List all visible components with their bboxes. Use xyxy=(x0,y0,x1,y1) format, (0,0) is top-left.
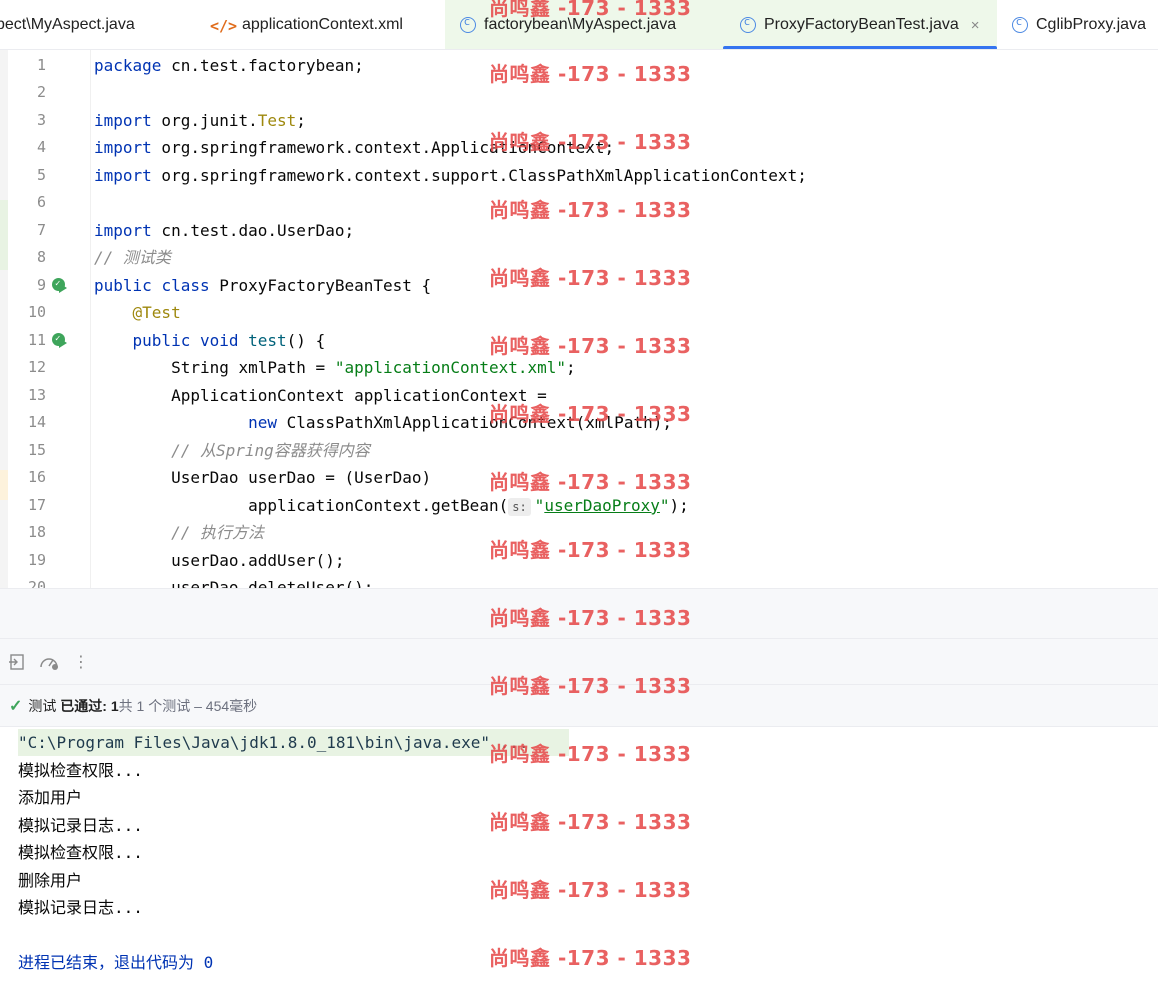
tab-label: CglibProxy.java xyxy=(1036,16,1146,33)
code-line: 20 userDao.deleteUser(); xyxy=(0,574,1158,588)
import-tests-icon[interactable] xyxy=(8,653,26,671)
editor-tab-bar: spect\MyAspect.java </> applicationConte… xyxy=(0,0,1158,50)
line-number: 15 xyxy=(27,441,46,459)
console-line: 添加用户 xyxy=(18,788,83,807)
line-number: 13 xyxy=(27,386,46,404)
line-number: 19 xyxy=(27,551,46,569)
console-line: 模拟检查权限... xyxy=(18,761,143,780)
code-line: 15 // 从Spring容器获得内容 xyxy=(0,437,1158,464)
parameter-hint: s: xyxy=(508,497,531,516)
line-number: 6 xyxy=(36,193,46,211)
console-line: 模拟检查权限... xyxy=(18,843,143,862)
run-test-method-icon[interactable]: ✓ xyxy=(52,333,68,349)
code-line: 11 ✓ public void test() { xyxy=(0,327,1158,354)
xml-icon: </> xyxy=(210,17,238,35)
tab-proxyfactorybeantest[interactable]: ProxyFactoryBeanTest.java × xyxy=(723,0,997,49)
line-number: 8 xyxy=(36,248,46,266)
line-number: 2 xyxy=(36,83,46,101)
run-console[interactable]: "C:\Program Files\Java\jdk1.8.0_181\bin\… xyxy=(0,727,1158,984)
test-class-icon xyxy=(740,15,756,33)
tab-label: spect\MyAspect.java xyxy=(0,16,135,33)
class-icon xyxy=(460,15,476,33)
code-line: 6 xyxy=(0,189,1158,216)
class-icon xyxy=(1012,15,1028,33)
line-number: 7 xyxy=(36,221,46,239)
console-line: 模拟记录日志... xyxy=(18,898,143,917)
panel-splitter[interactable] xyxy=(0,588,1158,639)
line-number: 16 xyxy=(27,468,46,486)
line-number: 1 xyxy=(36,56,46,74)
line-number: 3 xyxy=(36,111,46,129)
console-line: "C:\Program Files\Java\jdk1.8.0_181\bin\… xyxy=(18,729,569,756)
tab-label: ProxyFactoryBeanTest.java xyxy=(764,16,959,33)
run-toolbar: ⋮ xyxy=(0,639,1158,685)
code-line: 10 @Test xyxy=(0,299,1158,326)
close-icon[interactable]: × xyxy=(971,17,980,34)
code-line: 17 applicationContext.getBean(s: "userDao… xyxy=(0,492,1158,519)
console-line: 模拟记录日志... xyxy=(18,816,143,835)
code-line: 14 new ClassPathXmlApplicationContext(xm… xyxy=(0,409,1158,436)
test-summary: 共 1 个测试 – 454毫秒 xyxy=(118,697,258,714)
line-number: 11 xyxy=(27,331,46,349)
code-line: 4 import org.springframework.context.Appl… xyxy=(0,134,1158,161)
line-number: 4 xyxy=(36,138,46,156)
code-line: 8// 测试类 xyxy=(0,244,1158,271)
console-exit-line: 进程已结束，退出代码为 0 xyxy=(18,953,214,972)
code-line: 18 // 执行方法 xyxy=(0,519,1158,546)
code-line: 16 UserDao userDao = (UserDao) xyxy=(0,464,1158,491)
code-line: 2 xyxy=(0,79,1158,106)
line-number: 20 xyxy=(27,578,46,588)
code-line: 5 import org.springframework.context.supp… xyxy=(0,162,1158,189)
tab-label: applicationContext.xml xyxy=(242,16,403,33)
test-status-bar: ✓ 测试 已通过: 1共 1 个测试 – 454毫秒 xyxy=(0,685,1158,727)
console-line: 删除用户 xyxy=(18,871,83,890)
line-number: 18 xyxy=(27,523,46,541)
line-number: 17 xyxy=(27,496,46,514)
line-number: 14 xyxy=(27,413,46,431)
code-line: 13 ApplicationContext applicationContext… xyxy=(0,382,1158,409)
code-line: 9 ✓ public class ProxyFactoryBeanTest { xyxy=(0,272,1158,299)
tab-myaspect-aspect[interactable]: spect\MyAspect.java xyxy=(0,0,200,49)
code-line: 12 String xmlPath = "applicationContext.… xyxy=(0,354,1158,381)
code-line: 19 userDao.addUser(); xyxy=(0,547,1158,574)
code-editor[interactable]: 1 package cn.test.factorybean; 2 3 import … xyxy=(0,50,1158,588)
tab-factorybean-myaspect[interactable]: factorybean\MyAspect.java xyxy=(445,0,723,49)
tab-label: factorybean\MyAspect.java xyxy=(484,16,677,33)
test-label: 测试 xyxy=(28,697,57,714)
bean-reference-link[interactable]: userDaoProxy xyxy=(544,496,660,515)
line-number: 9 xyxy=(36,276,46,294)
tab-cglibproxy[interactable]: CglibProxy.java xyxy=(1012,0,1158,49)
coverage-gauge-icon[interactable] xyxy=(38,653,60,671)
code-line: 3 import org.junit.Test; xyxy=(0,107,1158,134)
line-number: 5 xyxy=(36,166,46,184)
code-line: 7 import cn.test.dao.UserDao; xyxy=(0,217,1158,244)
run-test-class-icon[interactable]: ✓ xyxy=(52,278,68,294)
passed-label: 已通过: xyxy=(60,697,107,714)
tab-application-context-xml[interactable]: </> applicationContext.xml xyxy=(210,0,445,49)
check-icon: ✓ xyxy=(9,697,23,715)
passed-count: 1 xyxy=(110,697,119,714)
line-number: 10 xyxy=(27,303,46,321)
more-options-icon[interactable]: ⋮ xyxy=(72,653,90,671)
code-line: 1 package cn.test.factorybean; xyxy=(0,52,1158,79)
line-number: 12 xyxy=(27,358,46,376)
